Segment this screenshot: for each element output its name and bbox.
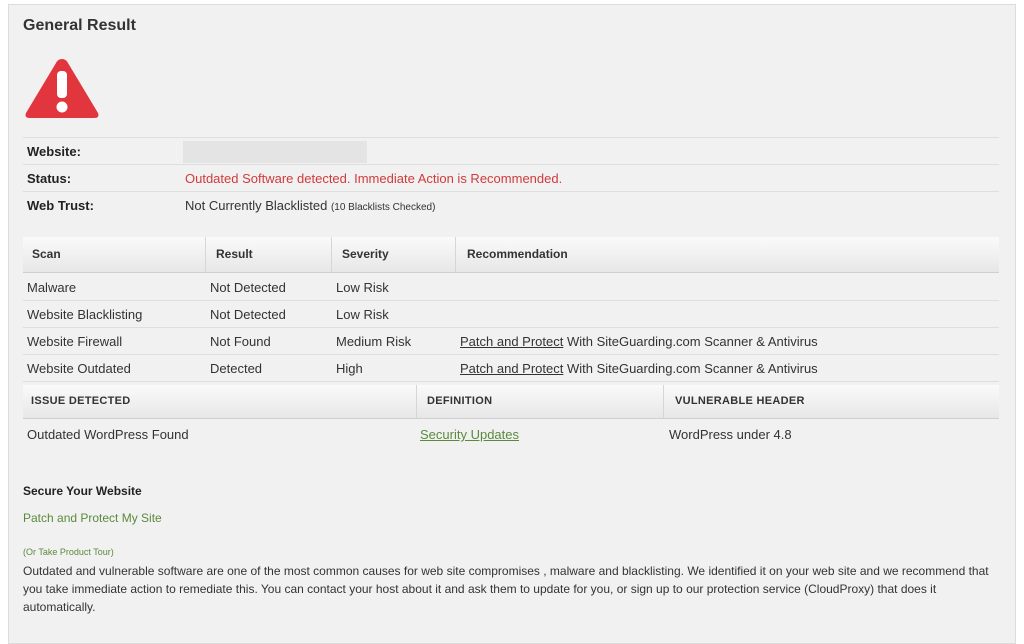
- warning-triangle-icon: [22, 55, 102, 126]
- col-severity: Severity: [342, 247, 389, 261]
- product-tour-link[interactable]: (Or Take Product Tour): [23, 547, 114, 557]
- scan-result: Detected: [210, 361, 263, 376]
- page-title: General Result: [23, 17, 136, 34]
- scan-severity: Medium Risk: [336, 334, 412, 349]
- col-issue-detected: ISSUE DETECTED: [31, 395, 131, 407]
- status-row: Status: Outdated Software detected. Imme…: [23, 164, 999, 191]
- general-result-panel: General Result Website: Status: Outdated…: [8, 4, 1016, 644]
- status-label: Status:: [27, 171, 72, 186]
- col-divider: [663, 385, 664, 418]
- scan-name: Website Outdated: [27, 361, 131, 376]
- issue-row: Outdated WordPress Found Security Update…: [23, 419, 999, 449]
- col-vulnerable-header: VULNERABLE HEADER: [675, 395, 805, 407]
- col-result: Result: [216, 247, 253, 261]
- scan-table-header: Scan Result Severity Recommendation: [23, 237, 999, 273]
- table-row: Website Firewall Not Found Medium Risk P…: [23, 328, 999, 355]
- patch-and-protect-link[interactable]: Patch and Protect: [460, 334, 563, 349]
- col-recommendation: Recommendation: [467, 247, 568, 261]
- recommendation: Patch and Protect With SiteGuarding.com …: [460, 334, 818, 349]
- description-paragraph: Outdated and vulnerable software are one…: [23, 564, 989, 614]
- scan-severity: Low Risk: [336, 307, 389, 322]
- scan-name: Website Firewall: [27, 334, 123, 349]
- col-divider: [331, 237, 332, 272]
- patch-and-protect-link[interactable]: Patch and Protect: [460, 361, 563, 376]
- vulnerable-header: WordPress under 4.8: [669, 427, 792, 442]
- webtrust-label: Web Trust:: [27, 198, 94, 213]
- recommendation-text: With SiteGuarding.com Scanner & Antiviru…: [563, 334, 818, 349]
- webtrust-status: Not Currently Blacklisted: [185, 198, 328, 213]
- table-row: Website Blacklisting Not Detected Low Ri…: [23, 301, 999, 328]
- col-definition: DEFINITION: [427, 395, 493, 407]
- webtrust-row: Web Trust: Not Currently Blacklisted (10…: [23, 191, 999, 218]
- scan-name: Malware: [27, 280, 77, 295]
- secure-heading: Secure Your Website: [23, 484, 142, 498]
- website-label: Website:: [27, 144, 81, 159]
- scan-result: Not Found: [210, 334, 271, 349]
- webtrust-note: (10 Blacklists Checked): [330, 202, 436, 213]
- table-row: Malware Not Detected Low Risk: [23, 274, 999, 301]
- scan-severity: High: [336, 361, 363, 376]
- scan-result: Not Detected: [210, 307, 286, 322]
- col-scan: Scan: [32, 247, 61, 261]
- col-divider: [416, 385, 417, 418]
- issue-table-header: ISSUE DETECTED DEFINITION VULNERABLE HEA…: [23, 385, 999, 419]
- col-divider: [455, 237, 456, 272]
- website-row: Website:: [23, 137, 999, 164]
- patch-and-protect-site-link[interactable]: Patch and Protect My Site: [23, 511, 162, 525]
- security-updates-link[interactable]: Security Updates: [420, 427, 519, 442]
- recommendation: Patch and Protect With SiteGuarding.com …: [460, 361, 818, 376]
- table-row: Website Outdated Detected High Patch and…: [23, 355, 999, 382]
- scan-result: Not Detected: [210, 280, 286, 295]
- website-value-redacted: [183, 141, 367, 163]
- webtrust-value: Not Currently Blacklisted (10 Blacklists…: [185, 198, 435, 213]
- scan-severity: Low Risk: [336, 280, 389, 295]
- recommendation-text: With SiteGuarding.com Scanner & Antiviru…: [563, 361, 818, 376]
- scan-name: Website Blacklisting: [27, 307, 143, 322]
- status-value: Outdated Software detected. Immediate Ac…: [185, 171, 563, 186]
- issue-detected: Outdated WordPress Found: [27, 427, 189, 442]
- col-divider: [205, 237, 206, 272]
